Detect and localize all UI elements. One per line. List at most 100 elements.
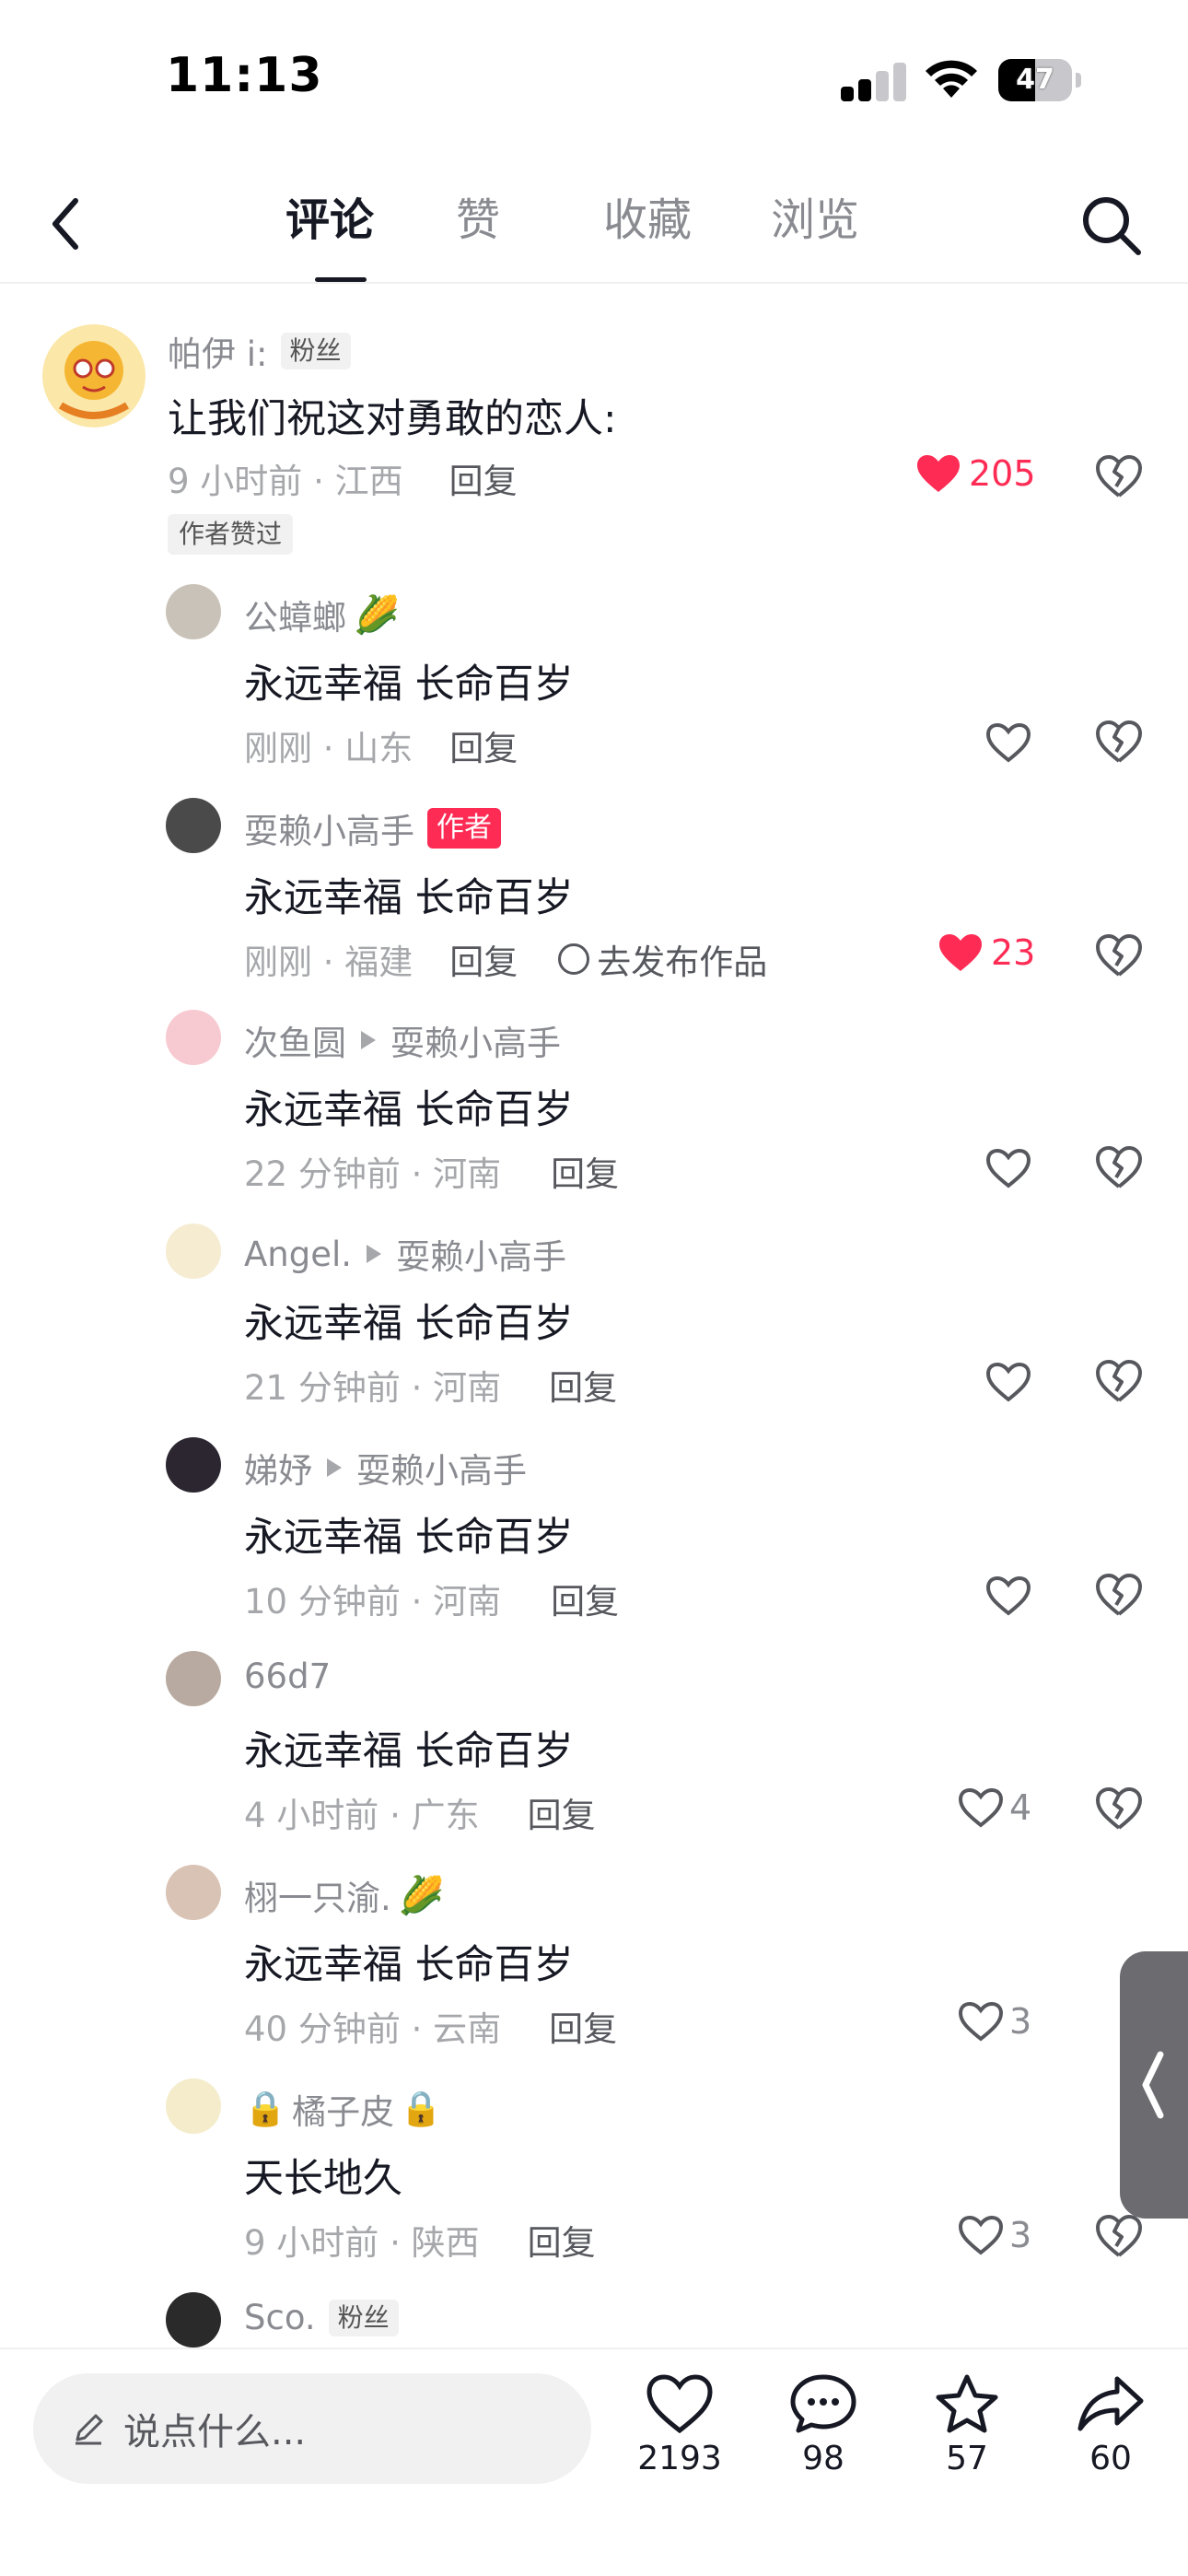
username[interactable]: Angel. bbox=[244, 1235, 352, 1274]
side-drawer-handle[interactable] bbox=[1120, 1951, 1188, 2219]
reply-button[interactable]: 回复 bbox=[449, 720, 518, 770]
broken-heart-icon[interactable] bbox=[1094, 453, 1144, 499]
status-bar: 11:13 47 bbox=[0, 0, 1188, 157]
reply-button[interactable]: 回复 bbox=[528, 2215, 596, 2265]
comment-text: 永远幸福 长命百岁 bbox=[244, 875, 574, 921]
like-action[interactable]: 2193 bbox=[624, 2373, 735, 2477]
broken-heart-icon[interactable] bbox=[1094, 719, 1144, 765]
avatar[interactable] bbox=[166, 1865, 221, 1920]
comment-meta: 9 小时前 · 陕西 回复 bbox=[244, 2215, 596, 2265]
broken-heart-icon[interactable] bbox=[1094, 1144, 1144, 1190]
username[interactable]: 公蟑螂 bbox=[244, 590, 346, 639]
heart-outline-icon[interactable] bbox=[985, 1362, 1031, 1402]
tab-likes[interactable]: 赞 bbox=[456, 157, 603, 284]
username[interactable]: 娣妤 bbox=[244, 1443, 312, 1493]
reply-button[interactable]: 回复 bbox=[449, 934, 518, 984]
publish-work-link[interactable]: 去发布作品 bbox=[558, 934, 767, 984]
like-button[interactable]: 4 bbox=[958, 1787, 1031, 1828]
heart-outline-icon bbox=[958, 1787, 1004, 1828]
comment-author[interactable]: 🔒 橘子皮 🔒 bbox=[244, 2084, 442, 2134]
lock-icon: 🔒 bbox=[400, 2089, 443, 2128]
comment-meta: 刚刚 · 福建 回复 去发布作品 bbox=[244, 934, 767, 984]
share-arrow-icon bbox=[1077, 2376, 1144, 2431]
username[interactable]: 栩一只渝. bbox=[244, 1870, 391, 1920]
avatar[interactable] bbox=[166, 2292, 221, 2348]
tab-favorites[interactable]: 收藏 bbox=[603, 157, 771, 284]
avatar[interactable] bbox=[166, 1437, 221, 1493]
comment-author[interactable]: 公蟑螂 🌽 bbox=[244, 590, 400, 639]
reply-button[interactable]: 回复 bbox=[528, 1787, 596, 1837]
author-liked-tag: 作者赞过 bbox=[168, 514, 294, 555]
like-button[interactable]: 3 bbox=[958, 2001, 1031, 2042]
header-bar: 评论 赞 收藏 浏览 bbox=[0, 157, 1188, 284]
avatar[interactable] bbox=[166, 798, 221, 853]
chevron-left-icon[interactable] bbox=[42, 193, 94, 254]
avatar[interactable] bbox=[166, 1010, 221, 1065]
comment-author[interactable]: Sco. 粉丝 bbox=[244, 2298, 399, 2337]
username[interactable]: 帕伊 i: bbox=[168, 326, 268, 376]
reply-button[interactable]: 回复 bbox=[551, 1574, 619, 1623]
reply-button[interactable]: 回复 bbox=[449, 453, 518, 503]
username[interactable]: 66d7 bbox=[244, 1657, 331, 1696]
username[interactable]: 次鱼圆 bbox=[244, 1015, 346, 1065]
username[interactable]: Sco. bbox=[244, 2298, 316, 2337]
heart-outline-icon bbox=[958, 2215, 1004, 2255]
comment-author[interactable]: 帕伊 i: 粉丝 bbox=[168, 326, 351, 376]
username[interactable]: 橘子皮 bbox=[292, 2084, 394, 2134]
like-button[interactable]: 205 bbox=[915, 453, 1036, 494]
timestamp-location: 9 小时前 · 陕西 bbox=[244, 2223, 480, 2263]
username[interactable]: 耍赖小高手 bbox=[244, 803, 414, 853]
reply-button[interactable]: 回复 bbox=[551, 1146, 619, 1196]
comment-author[interactable]: Angel. 耍赖小高手 bbox=[244, 1229, 566, 1279]
avatar[interactable] bbox=[42, 324, 146, 427]
tab-comments[interactable]: 评论 bbox=[285, 157, 456, 284]
comment-action[interactable]: 98 bbox=[768, 2373, 879, 2477]
tab-bar: 评论 赞 收藏 浏览 bbox=[285, 157, 944, 284]
comment-bubble-icon bbox=[790, 2374, 856, 2433]
comment-author[interactable]: 娣妤 耍赖小高手 bbox=[244, 1443, 527, 1493]
comment-author[interactable]: 次鱼圆 耍赖小高手 bbox=[244, 1015, 561, 1065]
favorite-count: 57 bbox=[946, 2440, 988, 2477]
favorite-action[interactable]: 57 bbox=[912, 2373, 1022, 2477]
avatar[interactable] bbox=[166, 2078, 221, 2134]
battery-level: 47 bbox=[1016, 64, 1054, 96]
tab-views[interactable]: 浏览 bbox=[771, 157, 944, 284]
reply-item: 娣妤 耍赖小高手 永远幸福 长命百岁 10 分钟前 · 河南 回复 bbox=[0, 1434, 1188, 1645]
reply-button[interactable]: 回复 bbox=[549, 1360, 617, 1410]
reply-to-user[interactable]: 耍赖小高手 bbox=[356, 1443, 527, 1493]
heart-outline-icon[interactable] bbox=[985, 722, 1031, 763]
like-count: 205 bbox=[969, 453, 1036, 494]
reply-button[interactable]: 回复 bbox=[549, 2001, 617, 2051]
reply-to-arrow-icon bbox=[367, 1245, 382, 1263]
comment-text: 天长地久 bbox=[244, 2156, 402, 2202]
avatar[interactable] bbox=[166, 1651, 221, 1706]
comment-author[interactable]: 66d7 bbox=[244, 1657, 331, 1696]
avatar[interactable] bbox=[166, 1224, 221, 1279]
reply-to-user[interactable]: 耍赖小高手 bbox=[390, 1015, 561, 1065]
reply-item: 公蟑螂 🌽 永远幸福 长命百岁 刚刚 · 山东 回复 bbox=[0, 580, 1188, 792]
like-button[interactable]: 23 bbox=[938, 932, 1035, 973]
timestamp-location: 刚刚 · 山东 bbox=[244, 729, 413, 768]
like-count: 4 bbox=[1009, 1787, 1032, 1828]
search-icon[interactable] bbox=[1079, 193, 1144, 258]
corn-emoji: 🌽 bbox=[398, 1874, 445, 1917]
like-button[interactable]: 3 bbox=[958, 2215, 1031, 2255]
comment-author[interactable]: 耍赖小高手 作者 bbox=[244, 803, 501, 853]
avatar[interactable] bbox=[166, 584, 221, 639]
heart-filled-icon bbox=[939, 934, 982, 971]
comment-meta: 22 分钟前 · 河南 回复 bbox=[244, 1146, 619, 1196]
share-action[interactable]: 60 bbox=[1055, 2373, 1166, 2477]
comment-author[interactable]: 栩一只渝. 🌽 bbox=[244, 1870, 445, 1920]
reply-item: 栩一只渝. 🌽 永远幸福 长命百岁 40 分钟前 · 云南 回复 3 bbox=[0, 1861, 1188, 2073]
active-tab-indicator bbox=[315, 277, 367, 282]
comment-input[interactable]: 说点什么... bbox=[33, 2373, 591, 2484]
reply-to-user[interactable]: 耍赖小高手 bbox=[396, 1229, 566, 1279]
broken-heart-icon[interactable] bbox=[1094, 932, 1144, 978]
broken-heart-icon[interactable] bbox=[1094, 2213, 1144, 2259]
broken-heart-icon[interactable] bbox=[1094, 1358, 1144, 1404]
broken-heart-icon[interactable] bbox=[1094, 1786, 1144, 1832]
heart-outline-icon[interactable] bbox=[985, 1148, 1031, 1188]
tab-label: 收藏 bbox=[603, 194, 693, 246]
heart-outline-icon[interactable] bbox=[985, 1575, 1031, 1616]
broken-heart-icon[interactable] bbox=[1094, 1572, 1144, 1618]
